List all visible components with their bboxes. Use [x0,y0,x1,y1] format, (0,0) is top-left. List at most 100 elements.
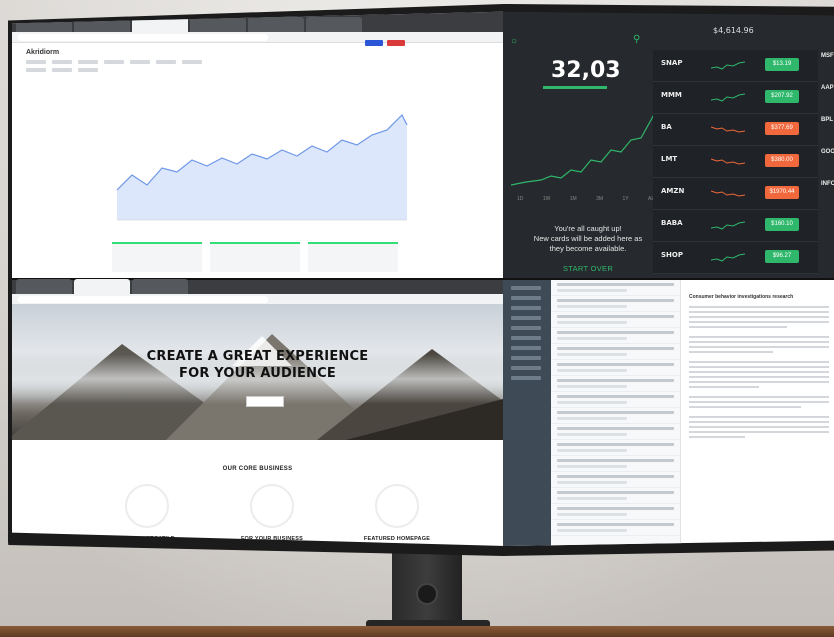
mail-item[interactable] [551,280,680,296]
stat-panel [308,242,398,272]
stock-price-badge[interactable]: $1970.44 [765,186,799,199]
stock-ticker: MMM [661,91,682,99]
hero-banner: CREATE A GREAT EXPERIENCE FOR YOUR AUDIE… [12,304,503,440]
range-1y[interactable]: 1Y [623,196,629,202]
side-ticker[interactable]: INFO [821,178,834,210]
side-ticker-column: MSFTAAPLBPLGOOINFO [821,50,834,210]
mail-item[interactable] [551,296,680,312]
metric-row [26,68,489,72]
stock-price-badge[interactable]: $160.10 [765,218,799,231]
mail-item[interactable] [551,424,680,440]
feature-icon [375,484,419,528]
stock-row[interactable]: LMT $380.00 [653,146,818,178]
stock-row[interactable]: SNAP $13.19 [653,50,818,82]
user-icon[interactable]: ○ [511,36,517,47]
mail-item[interactable] [551,392,680,408]
url-field[interactable] [18,33,268,41]
desk-edge [0,626,834,637]
stock-ticker: SHOP [661,251,683,259]
caught-up-line: You're all caught up! [554,224,622,233]
feature-list: HIGHLY VERSATILE FOR YOUR BUSINESS FEATU… [102,484,442,542]
start-over-button[interactable]: START OVER [513,264,663,273]
stock-row[interactable]: AMZN $1970.44 [653,178,818,210]
cable-hole [416,583,438,605]
analytics-page: Akridiorm [12,43,503,78]
stock-price-badge[interactable]: $380.00 [765,154,799,167]
feature-item: FEATURED HOMEPAGE [352,484,442,542]
stock-sparkline [711,221,745,230]
stock-price-badge[interactable]: $377.69 [765,122,799,135]
stock-row[interactable]: MMM $207.92 [653,82,818,114]
side-ticker[interactable]: BPL [821,114,834,146]
stock-price-badge[interactable]: $13.19 [765,58,799,71]
mail-item[interactable] [551,520,680,536]
range-3m[interactable]: 3M [596,196,603,202]
time-range-selector[interactable]: 1D 1W 1M 3M 1Y ALL [517,196,657,202]
hero-cta-button[interactable] [246,396,284,407]
message-paragraph [689,416,829,438]
feature-label: FEATURED HOMEPAGE [363,536,431,542]
mail-item[interactable] [551,376,680,392]
caught-up-line: they become available. [549,244,627,253]
price-change-bar [543,86,607,89]
mail-item[interactable] [551,312,680,328]
mail-item[interactable] [551,488,680,504]
mail-item[interactable] [551,360,680,376]
browser-tab[interactable] [190,17,246,32]
address-bar[interactable] [12,32,503,43]
browser-tab[interactable] [306,17,362,32]
stock-price-chart [511,104,660,186]
feature-item: HIGHLY VERSATILE [102,484,192,542]
watchlist: SNAP $13.19 MMM $207.92 BA $377.69 LMT $380.00 A… [653,50,818,274]
filter-row[interactable] [26,60,489,64]
account-balance: $4,614.96 [713,26,754,35]
mail-item[interactable] [551,344,680,360]
message-paragraph [689,336,829,353]
stock-row[interactable]: BA $377.69 [653,114,818,146]
reset-button[interactable] [387,40,405,46]
stock-price-badge[interactable]: $207.92 [765,90,799,103]
browser-tab[interactable] [16,279,72,294]
range-1w[interactable]: 1W [543,196,551,202]
side-ticker[interactable]: MSFT [821,50,834,82]
side-ticker[interactable]: GOO [821,146,834,178]
mail-item[interactable] [551,328,680,344]
mail-item[interactable] [551,456,680,472]
url-field[interactable] [18,295,268,303]
monitor-screen: Akridiorm ○ ⚲ $4,614.96 32,03 1D 1W 1M 3… [12,11,834,546]
side-ticker[interactable]: AAPL [821,82,834,114]
message-list[interactable] [551,280,681,546]
search-icon[interactable]: ⚲ [633,34,640,45]
browser-tab-active[interactable] [74,279,130,294]
mail-sidebar[interactable] [503,280,551,546]
email-client: Consumer behavior investigations researc… [503,280,834,546]
stock-price-badge[interactable]: $96.27 [765,250,799,263]
stat-panel [112,242,202,272]
hero-title-line: CREATE A GREAT EXPERIENCE [146,349,369,364]
message-paragraph [689,361,829,388]
hero-title: CREATE A GREAT EXPERIENCE FOR YOUR AUDIE… [12,348,503,382]
feature-item: FOR YOUR BUSINESS [227,484,317,542]
range-1d[interactable]: 1D [517,196,523,202]
message-body: Consumer behavior investigations researc… [689,294,829,446]
mail-item[interactable] [551,472,680,488]
browser-tab-strip[interactable] [12,279,503,294]
browser-tab[interactable] [132,279,188,294]
chart-area [117,115,407,220]
range-1m[interactable]: 1M [570,196,577,202]
stock-sparkline [711,253,745,262]
apply-button[interactable] [365,40,383,46]
message-paragraph [689,306,829,328]
caught-up-line: New cards will be added here as [533,234,643,243]
stocks-app: ○ ⚲ $4,614.96 32,03 1D 1W 1M 3M 1Y ALL Y… [503,11,834,278]
mail-item[interactable] [551,408,680,424]
mail-item[interactable] [551,440,680,456]
message-subject: Consumer behavior investigations researc… [689,294,794,300]
mail-item[interactable] [551,504,680,520]
stock-sparkline [711,93,745,102]
browser-analytics-window: Akridiorm [12,11,503,278]
stock-row[interactable]: SHOP $96.27 [653,242,818,274]
stock-sparkline [711,61,745,70]
browser-tab[interactable] [248,17,304,32]
stock-row[interactable]: BABA $160.10 [653,210,818,242]
